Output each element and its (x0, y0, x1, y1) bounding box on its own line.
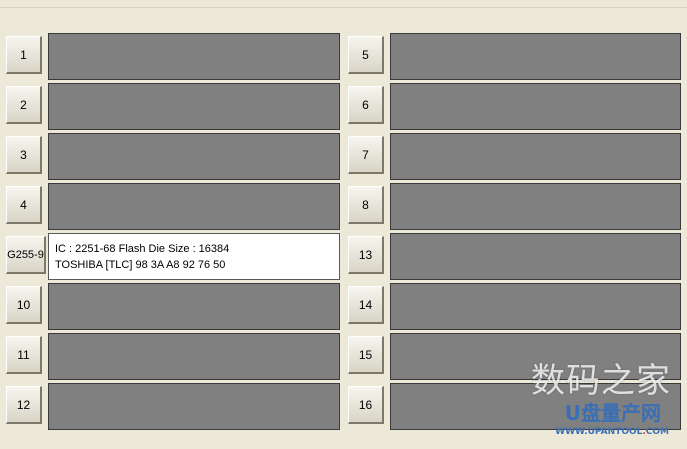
port-row: 12 (6, 382, 346, 432)
port-status-panel-4 (48, 183, 340, 230)
watermark-site-name: 数码之家 (531, 361, 671, 401)
port-row: 14 (348, 282, 687, 332)
port-button-8[interactable]: 8 (348, 186, 384, 224)
port-row: 1 (6, 32, 346, 82)
port-status-panel-7 (390, 133, 681, 180)
port-button-15[interactable]: 15 (348, 336, 384, 374)
port-row: 8 (348, 182, 687, 232)
watermark-logo: U盘量产网 (564, 401, 661, 425)
watermark-url-host: WWW.UPANTOOL (555, 427, 643, 437)
port-button-1[interactable]: 1 (6, 36, 42, 74)
port-row: 2 (6, 82, 346, 132)
port-status-panel-1 (48, 33, 340, 80)
port-status-panel-9: IC : 2251-68 Flash Die Size : 16384 TOSH… (48, 233, 340, 280)
port-button-14[interactable]: 14 (348, 286, 384, 324)
port-button-9[interactable]: G255-9 (6, 236, 46, 274)
port-row: 3 (6, 132, 346, 182)
port-row: 4 (6, 182, 346, 232)
port-button-12[interactable]: 12 (6, 386, 42, 424)
port-status-panel-3 (48, 133, 340, 180)
port-status-panel-11 (48, 333, 340, 380)
port-status-panel-5 (390, 33, 681, 80)
port-button-3[interactable]: 3 (6, 136, 42, 174)
port-button-11[interactable]: 11 (6, 336, 42, 374)
port-status-panel-10 (48, 283, 340, 330)
port-row: 7 (348, 132, 687, 182)
port-button-2[interactable]: 2 (6, 86, 42, 124)
port-row: 5 (348, 32, 687, 82)
port-status-panel-2 (48, 83, 340, 130)
port-status-panel-6 (390, 83, 681, 130)
port-row: G255-9 IC : 2251-68 Flash Die Size : 163… (6, 232, 346, 282)
port-button-5[interactable]: 5 (348, 36, 384, 74)
port-button-13[interactable]: 13 (348, 236, 384, 274)
watermark-url-tld: COM (645, 427, 669, 437)
port-row: 6 (348, 82, 687, 132)
watermark-url: WWW.UPANTOOL.COM (555, 427, 669, 437)
port-button-10[interactable]: 10 (6, 286, 42, 324)
window-top-strip (0, 0, 687, 8)
port-button-7[interactable]: 7 (348, 136, 384, 174)
port-status-panel-13 (390, 233, 681, 280)
port-button-6[interactable]: 6 (348, 86, 384, 124)
port-button-16[interactable]: 16 (348, 386, 384, 424)
port-status-panel-14 (390, 283, 681, 330)
port-row: 11 (6, 332, 346, 382)
watermark: 数码之家 U盘量产网 WWW.UPANTOOL.COM (501, 353, 671, 443)
port-status-panel-8 (390, 183, 681, 230)
port-column-left: 1 2 3 4 G255-9 IC : 2251-68 Flash Die Si… (6, 32, 346, 432)
device-flash-id: TOSHIBA [TLC] 98 3A A8 92 76 50 (55, 259, 226, 271)
device-ic-info: IC : 2251-68 Flash Die Size : 16384 (55, 243, 230, 255)
port-button-4[interactable]: 4 (6, 186, 42, 224)
port-row: 13 (348, 232, 687, 282)
port-row: 10 (6, 282, 346, 332)
port-status-panel-12 (48, 383, 340, 430)
